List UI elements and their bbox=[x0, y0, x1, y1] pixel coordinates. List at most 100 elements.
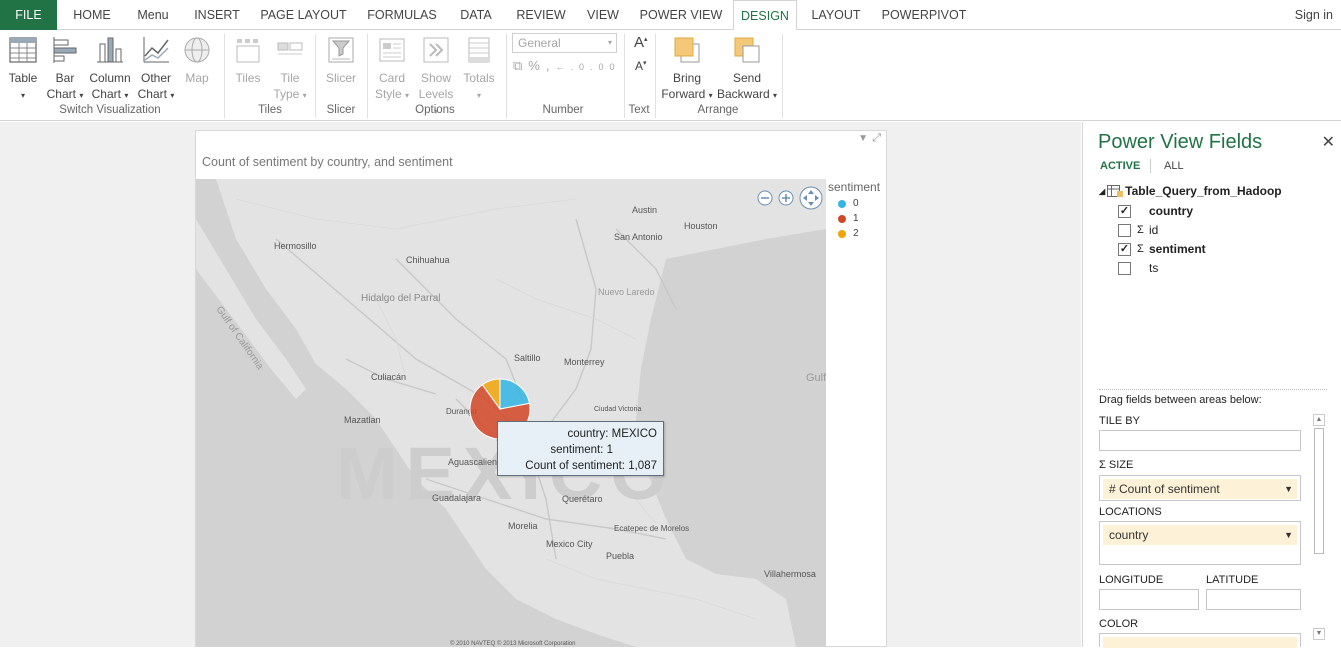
checkbox-unchecked[interactable] bbox=[1118, 223, 1131, 237]
tab-file[interactable]: FILE bbox=[0, 0, 57, 30]
scroll-down-icon[interactable]: ▼ bbox=[1313, 628, 1325, 640]
currency-icon[interactable]: ⧉ bbox=[513, 58, 528, 73]
tab-menu[interactable]: Menu bbox=[128, 0, 178, 30]
totals-icon bbox=[468, 37, 490, 63]
tile-by-drop-zone[interactable] bbox=[1099, 430, 1301, 451]
percent-icon[interactable]: % bbox=[528, 58, 546, 73]
size-drop-zone[interactable]: # Count of sentiment ▼ bbox=[1099, 475, 1301, 501]
close-icon[interactable]: ✕ bbox=[1322, 132, 1335, 152]
city-label: Saltillo bbox=[514, 353, 541, 363]
number-format-dropdown[interactable]: General ▾ bbox=[512, 33, 617, 53]
legend-item[interactable]: 2 bbox=[828, 226, 880, 241]
city-label: Ciudad Victoria bbox=[594, 406, 641, 413]
field-item-country[interactable]: ✓ country bbox=[1118, 204, 1193, 218]
other-chart-label-2: Chart bbox=[137, 87, 167, 101]
table-name: Table_Query_from_Hadoop bbox=[1125, 184, 1282, 198]
sigma-icon: Σ bbox=[1137, 224, 1144, 236]
legend-item[interactable]: 1 bbox=[828, 211, 880, 226]
tab-page-layout[interactable]: PAGE LAYOUT bbox=[256, 0, 351, 30]
scroll-up-icon[interactable]: ▲ bbox=[1313, 414, 1325, 426]
tiles-label: Tiles bbox=[235, 71, 261, 85]
tab-powerpivot[interactable]: POWERPIVOT bbox=[878, 0, 970, 30]
field-item-sentiment[interactable]: ✓ Σ sentiment bbox=[1118, 242, 1206, 256]
city-label: Guadalajara bbox=[432, 493, 481, 503]
size-field-label: # Count of sentiment bbox=[1109, 482, 1220, 496]
bring-forward-label-1: Bring bbox=[672, 71, 701, 85]
chevron-down-icon: ▾ bbox=[20, 91, 25, 100]
color-drop-zone[interactable] bbox=[1099, 633, 1301, 648]
sigma-icon: Σ bbox=[1099, 459, 1106, 471]
ribbon-tab-bar: FILE HOME Menu INSERT PAGE LAYOUT FORMUL… bbox=[0, 0, 1341, 31]
bar-chart-icon bbox=[53, 37, 77, 63]
collapse-triangle-icon[interactable]: ◢ bbox=[1099, 187, 1105, 196]
latitude-drop-zone[interactable] bbox=[1206, 589, 1301, 610]
send-backward-label-2: Backward bbox=[716, 87, 770, 101]
legend-item[interactable]: 0 bbox=[828, 196, 880, 211]
group-switch-visualization: Switch Visualization bbox=[59, 104, 161, 116]
chevron-down-icon[interactable]: ▼ bbox=[1284, 479, 1293, 499]
legend-label: 0 bbox=[853, 198, 859, 209]
filter-icon[interactable]: ▼ bbox=[858, 133, 868, 144]
tile-type-label-2: Type bbox=[273, 87, 300, 101]
card-style-button[interactable]: Card Style ▾ bbox=[371, 34, 413, 104]
chevron-down-icon[interactable]: ▼ bbox=[1284, 525, 1293, 545]
tab-home[interactable]: HOME bbox=[67, 0, 117, 30]
totals-button[interactable]: Totals ▾ bbox=[459, 34, 499, 104]
tab-view[interactable]: VIEW bbox=[582, 0, 624, 30]
zone-label-locations: LOCATIONS bbox=[1099, 506, 1162, 518]
legend-label: 1 bbox=[853, 213, 859, 224]
map-button[interactable]: Map bbox=[178, 34, 216, 86]
increase-font-size-button[interactable]: A▴ bbox=[634, 34, 648, 51]
fields-tab-active[interactable]: ACTIVE bbox=[1100, 160, 1140, 172]
card-style-label-2: Style bbox=[374, 87, 402, 101]
locations-field-label: country bbox=[1109, 528, 1149, 542]
sign-in-link[interactable]: Sign in bbox=[1295, 0, 1333, 31]
tile-type-button[interactable]: Tile Type ▾ bbox=[270, 34, 310, 104]
tile-type-label-1: Tile bbox=[280, 71, 300, 85]
locations-drop-zone[interactable]: country ▼ bbox=[1099, 521, 1301, 565]
slicer-button[interactable]: Slicer bbox=[321, 34, 361, 86]
chevron-down-icon: ▾ bbox=[773, 91, 778, 100]
decrease-decimal-icon[interactable]: .00 bbox=[590, 62, 621, 72]
send-backward-button[interactable]: Send Backward ▾ bbox=[716, 34, 778, 104]
tab-review[interactable]: REVIEW bbox=[510, 0, 572, 30]
column-chart-label-2: Chart bbox=[91, 87, 121, 101]
size-field-chip[interactable]: # Count of sentiment ▼ bbox=[1103, 479, 1297, 499]
tab-design[interactable]: DESIGN bbox=[733, 0, 797, 31]
table-node[interactable]: ◢ Table_Query_from_Hadoop bbox=[1099, 184, 1282, 198]
pop-out-icon[interactable]: ⤢ bbox=[872, 132, 881, 145]
tab-insert[interactable]: INSERT bbox=[188, 0, 246, 30]
tab-data[interactable]: DATA bbox=[452, 0, 500, 30]
increase-decimal-icon[interactable]: ←.0 bbox=[555, 62, 590, 72]
other-chart-button[interactable]: Other Chart ▾ bbox=[137, 34, 175, 104]
globe-icon bbox=[184, 37, 210, 63]
city-label: Mazatlan bbox=[344, 415, 381, 425]
zone-label-latitude: LATITUDE bbox=[1206, 574, 1259, 586]
field-item-id[interactable]: Σ id bbox=[1118, 223, 1158, 237]
table-button[interactable]: Table ▾ bbox=[4, 34, 42, 104]
tab-formulas[interactable]: FORMULAS bbox=[362, 0, 442, 30]
bring-forward-button[interactable]: Bring Forward ▾ bbox=[660, 34, 714, 104]
decrease-font-size-button[interactable]: A▾ bbox=[635, 59, 647, 73]
checkbox-checked[interactable]: ✓ bbox=[1118, 242, 1131, 256]
scroll-thumb[interactable] bbox=[1314, 428, 1324, 554]
scrollbar[interactable]: ▲ ▼ bbox=[1313, 414, 1327, 647]
checkbox-checked[interactable]: ✓ bbox=[1118, 204, 1131, 218]
column-chart-button[interactable]: Column Chart ▾ bbox=[87, 34, 133, 104]
checkbox-unchecked[interactable] bbox=[1118, 261, 1131, 275]
chevron-down-icon: ▾ bbox=[170, 91, 175, 100]
bar-chart-button[interactable]: Bar Chart ▾ bbox=[46, 34, 84, 104]
city-label: Monterrey bbox=[564, 357, 605, 367]
map-area[interactable]: MEXICO Hermosillo Chihuahua Austin Houst… bbox=[196, 179, 826, 647]
tab-layout[interactable]: LAYOUT bbox=[806, 0, 866, 30]
fields-tab-all[interactable]: ALL bbox=[1164, 160, 1184, 172]
field-item-ts[interactable]: ts bbox=[1118, 261, 1158, 275]
visualization-title: Count of sentiment by country, and senti… bbox=[202, 155, 453, 169]
tiles-button[interactable]: Tiles bbox=[229, 34, 267, 86]
longitude-drop-zone[interactable] bbox=[1099, 589, 1199, 610]
city-label: Ecatepec de Morelos bbox=[614, 524, 689, 533]
tab-power-view[interactable]: POWER VIEW bbox=[636, 0, 726, 30]
locations-field-chip[interactable]: country ▼ bbox=[1103, 525, 1297, 545]
separator bbox=[782, 34, 783, 118]
color-field-chip[interactable] bbox=[1103, 637, 1297, 648]
